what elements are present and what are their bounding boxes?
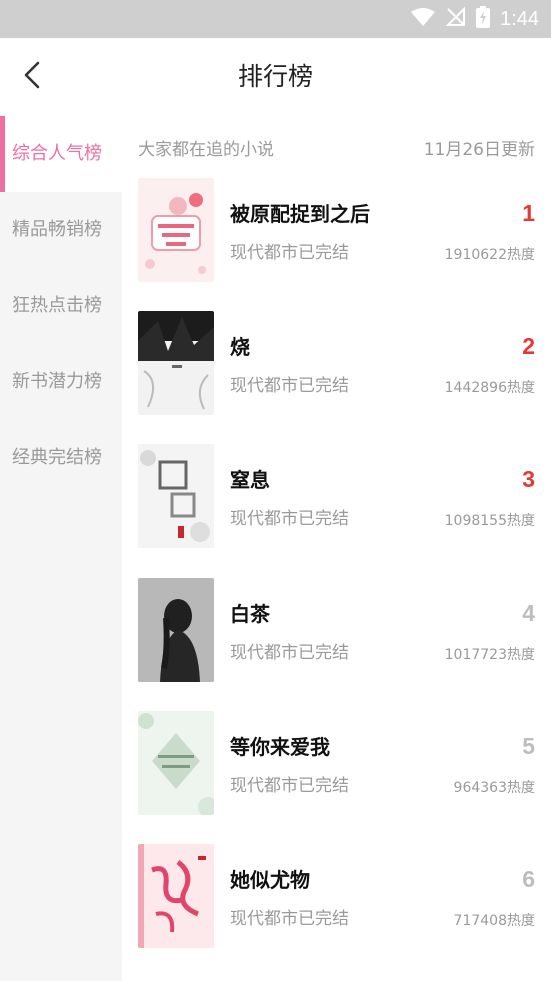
back-button[interactable]: [16, 60, 48, 94]
sidebar-item-label: 狂热点击榜: [12, 295, 102, 316]
book-title: 白茶: [230, 602, 270, 626]
book-title: 烧: [230, 335, 250, 359]
book-title: 窒息: [230, 468, 270, 492]
heat-count: 1442896热度: [444, 380, 535, 396]
update-date: 11月26日更新: [423, 139, 535, 160]
sidebar-item-classic-finished[interactable]: 经典完结榜: [0, 420, 122, 496]
book-cover: [138, 178, 214, 282]
sidebar-item-label: 经典完结榜: [12, 447, 102, 468]
sidebar-item-new-books[interactable]: 新书潜力榜: [0, 344, 122, 420]
book-cover: [138, 311, 214, 415]
wifi-icon: [410, 7, 436, 31]
book-meta: 现代都市已完结: [230, 509, 349, 529]
sidebar-item-label: 综合人气榜: [12, 143, 102, 164]
sidebar-item-bestseller[interactable]: 精品畅销榜: [0, 192, 122, 268]
heat-count: 717408热度: [453, 913, 535, 929]
list-subheader: 大家都在追的小说 11月26日更新: [138, 134, 535, 160]
heat-count: 1098155热度: [444, 513, 535, 529]
book-title: 她似尤物: [230, 868, 310, 892]
book-title: 等你来爱我: [230, 735, 330, 759]
heat-count: 1017723热度: [444, 647, 535, 663]
book-cover: [138, 711, 214, 815]
battery-charging-icon: [476, 6, 491, 32]
status-time: 1:44: [500, 7, 539, 30]
sidebar-item-popular[interactable]: 综合人气榜: [0, 116, 122, 192]
rank-number: 5: [522, 733, 535, 759]
book-cover: [138, 844, 214, 948]
book-meta: 现代都市已完结: [230, 643, 349, 663]
header: 排行榜: [0, 38, 551, 116]
no-signal-icon: [445, 6, 466, 31]
sidebar-item-clicks[interactable]: 狂热点击榜: [0, 268, 122, 344]
status-bar: 1:44: [0, 0, 551, 38]
back-arrow-icon: [22, 60, 42, 94]
book-meta: 现代都市已完结: [230, 376, 349, 396]
book-item[interactable]: 她似尤物 现代都市已完结 6 717408热度: [138, 844, 535, 948]
ranking-sidebar: 综合人气榜 精品畅销榜 狂热点击榜 新书潜力榜 经典完结榜: [0, 116, 122, 981]
rank-number: 3: [522, 466, 535, 492]
book-cover: [138, 444, 214, 548]
book-item-partial[interactable]: [138, 976, 535, 981]
book-cover: [138, 976, 214, 981]
page-title: 排行榜: [237, 62, 313, 91]
book-cover: [138, 578, 214, 682]
book-item[interactable]: 白茶 现代都市已完结 4 1017723热度: [138, 578, 535, 682]
rank-number: 4: [522, 600, 535, 626]
book-title: 被原配捉到之后: [230, 202, 370, 226]
book-item[interactable]: 烧 现代都市已完结 2 1442896热度: [138, 311, 535, 415]
book-item[interactable]: 被原配捉到之后 现代都市已完结 1 1910622热度: [138, 178, 535, 282]
heat-count: 1910622热度: [444, 247, 535, 263]
book-meta: 现代都市已完结: [230, 776, 349, 796]
book-meta: 现代都市已完结: [230, 909, 349, 929]
book-meta: 现代都市已完结: [230, 243, 349, 263]
heat-count: 964363热度: [453, 780, 535, 796]
book-item[interactable]: 等你来爱我 现代都市已完结 5 964363热度: [138, 711, 535, 815]
rank-number: 2: [522, 333, 535, 359]
list-subtitle: 大家都在追的小说: [138, 139, 274, 160]
sidebar-item-label: 新书潜力榜: [12, 371, 102, 392]
rank-number: 6: [522, 866, 535, 892]
sidebar-item-label: 精品畅销榜: [12, 219, 102, 240]
rank-number: 1: [522, 200, 535, 226]
book-list: 大家都在追的小说 11月26日更新 被原配捉到之后 现代都市已完结 1 1910…: [122, 116, 551, 981]
book-item[interactable]: 窒息 现代都市已完结 3 1098155热度: [138, 444, 535, 548]
status-icons: 1:44: [410, 0, 539, 38]
